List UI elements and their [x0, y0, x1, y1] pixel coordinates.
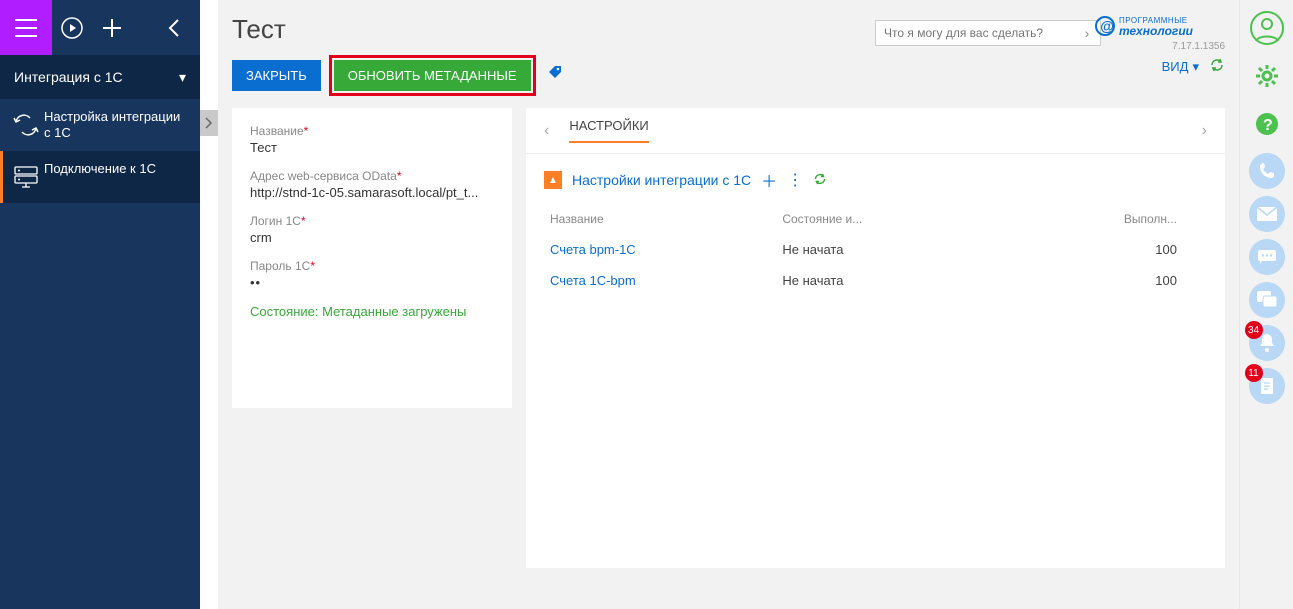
row-done: 100 — [995, 265, 1207, 296]
field-value-odata[interactable]: http://stnd-1c-05.samarasoft.local/pt_t.… — [250, 185, 494, 200]
command-search[interactable]: › — [875, 20, 1101, 46]
view-dropdown[interactable]: ВИД ▾ — [1162, 59, 1199, 75]
detail-subheader[interactable]: Настройки интеграции с 1С — [572, 172, 751, 188]
tasks-badge: 11 — [1245, 364, 1263, 382]
tabs-prev-icon[interactable]: ‹ — [544, 122, 549, 140]
svg-text:@: @ — [1100, 18, 1114, 34]
help-icon[interactable]: ? — [1245, 102, 1289, 146]
detail-panel: ‹ НАСТРОЙКИ › ▲ Настройки интеграции с 1… — [526, 108, 1225, 568]
collapse-section-icon[interactable]: ▲ — [544, 171, 562, 189]
sidebar: Интеграция с 1С ▾ Настройка интеграции с… — [0, 55, 200, 609]
close-button[interactable]: ЗАКРЫТЬ — [232, 60, 321, 91]
tab-settings[interactable]: НАСТРОЙКИ — [569, 118, 648, 143]
sidebar-item-integration-settings[interactable]: Настройка интеграции с 1С — [0, 99, 200, 151]
field-value-login[interactable]: crm — [250, 230, 494, 245]
notifications-badge: 34 — [1245, 321, 1263, 339]
table-row[interactable]: Счета bpm-1C Не начата100 — [544, 234, 1207, 265]
tasks-icon[interactable]: 11 — [1249, 368, 1285, 404]
brand-logo: @ ПРОГРАММНЫЕ технологии 7.17.1.1356 — [1095, 12, 1225, 52]
field-value-name[interactable]: Тест — [250, 140, 494, 155]
sidebar-item-label: Подключение к 1С — [44, 161, 192, 177]
integration-settings-table: Название Состояние и... Выполн... Счета … — [544, 204, 1207, 296]
field-label-password: Пароль 1С* — [250, 259, 494, 273]
row-done: 100 — [995, 234, 1207, 265]
row-name-link[interactable]: Счета 1С-bpm — [550, 273, 636, 288]
chevron-down-icon: ▾ — [179, 69, 186, 86]
field-label-login: Логин 1С* — [250, 214, 494, 228]
update-metadata-highlight: ОБНОВИТЬ МЕТАДАННЫЕ — [329, 55, 536, 96]
add-row-icon[interactable]: ＋ — [761, 168, 777, 192]
field-label-name: Название* — [250, 124, 494, 138]
refresh-icon[interactable] — [1209, 57, 1225, 76]
col-state[interactable]: Состояние и... — [776, 204, 995, 234]
sidebar-item-label: Настройка интеграции с 1С — [44, 109, 192, 141]
caret-down-icon: ▾ — [1192, 59, 1199, 75]
table-row[interactable]: Счета 1С-bpm Не начата100 — [544, 265, 1207, 296]
field-label-odata: Адрес web-сервиса OData* — [250, 169, 494, 183]
messages-icon[interactable] — [1249, 282, 1285, 318]
connection-form: Название* Тест Адрес web-сервиса OData* … — [232, 108, 512, 408]
settings-icon[interactable] — [1245, 54, 1289, 98]
play-icon[interactable] — [52, 0, 92, 55]
sidebar-section-label: Интеграция с 1С — [14, 69, 123, 85]
sidebar-section-header[interactable]: Интеграция с 1С ▾ — [0, 55, 200, 99]
phone-icon[interactable] — [1249, 153, 1285, 189]
col-done[interactable]: Выполн... — [995, 204, 1207, 234]
field-value-password[interactable]: •• — [250, 275, 494, 290]
row-state: Не начата — [776, 234, 995, 265]
plus-icon[interactable] — [92, 0, 132, 55]
svg-text:?: ? — [1263, 117, 1273, 134]
sidebar-collapse-handle[interactable] — [200, 110, 218, 136]
tag-icon[interactable] — [548, 65, 564, 86]
search-input[interactable] — [876, 26, 1074, 40]
row-name-link[interactable]: Счета bpm-1C — [550, 242, 636, 257]
mail-icon[interactable] — [1249, 196, 1285, 232]
right-rail: ? 34 11 — [1239, 0, 1293, 609]
sidebar-item-1c-connection[interactable]: Подключение к 1С — [0, 151, 200, 203]
view-label: ВИД — [1162, 59, 1189, 74]
server-icon — [8, 161, 44, 193]
metadata-status: Состояние: Метаданные загружены — [250, 304, 494, 319]
notifications-icon[interactable]: 34 — [1249, 325, 1285, 361]
profile-icon[interactable] — [1245, 6, 1289, 50]
update-metadata-button[interactable]: ОБНОВИТЬ МЕТАДАННЫЕ — [334, 60, 531, 91]
sync-icon — [8, 109, 44, 141]
refresh-detail-icon[interactable] — [813, 172, 827, 189]
logo-line2: технологии — [1119, 24, 1194, 38]
back-icon[interactable] — [154, 0, 194, 55]
row-state: Не начата — [776, 265, 995, 296]
col-name[interactable]: Название — [544, 204, 776, 234]
tabs-next-icon[interactable]: › — [1202, 122, 1207, 140]
more-actions-icon[interactable]: ⋮ — [787, 170, 803, 190]
chat-icon[interactable] — [1249, 239, 1285, 275]
main-menu-button[interactable] — [0, 0, 52, 55]
